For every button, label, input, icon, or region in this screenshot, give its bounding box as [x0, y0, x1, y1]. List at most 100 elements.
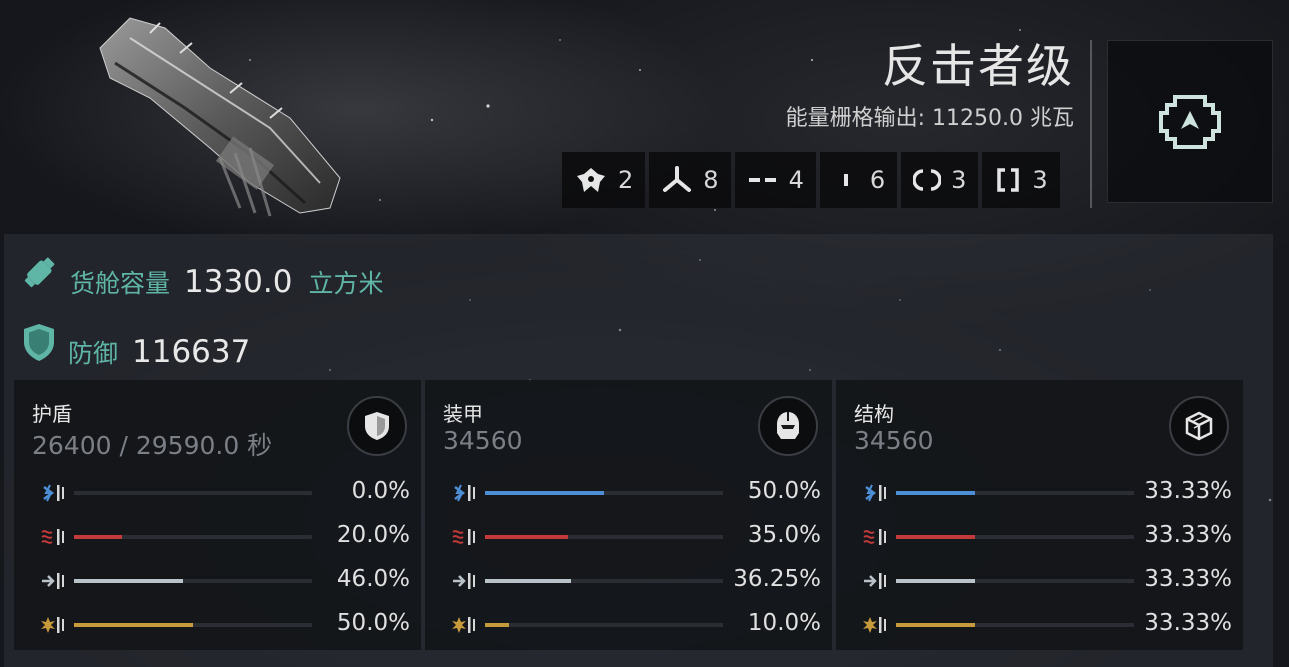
layer-name: 结构	[854, 402, 894, 426]
slot-count: 6	[869, 166, 886, 194]
thermal-damage-icon	[41, 529, 64, 545]
resist-row-explosive: 50.0%	[40, 610, 410, 640]
em-damage-icon	[865, 484, 886, 502]
slot-rig[interactable]: 6	[819, 152, 898, 208]
resist-bar-track	[485, 491, 723, 495]
resist-bar-track	[74, 579, 312, 583]
resist-bar-track	[896, 535, 1134, 539]
resist-bar-fill	[485, 579, 572, 583]
resist-percent: 36.25%	[733, 566, 821, 592]
defense-shield-icon	[24, 324, 54, 361]
resist-bar-fill	[74, 579, 184, 583]
slot-low[interactable]: 4	[734, 152, 816, 208]
high-slot-icon	[577, 168, 605, 192]
resist-percent: 33.33%	[1144, 522, 1232, 548]
em-damage-icon	[43, 484, 64, 502]
kinetic-damage-icon	[864, 573, 886, 589]
powergrid-output: 能量栅格输出: 11250.0 兆瓦	[786, 100, 1074, 132]
resist-row-thermal: 35.0%	[451, 522, 821, 552]
slot-count: 3	[951, 166, 967, 194]
powergrid-label: 能量栅格输出:	[785, 106, 926, 131]
kinetic-damage-icon	[453, 573, 475, 589]
layer-name: 装甲	[443, 402, 483, 426]
resist-row-thermal: 20.0%	[40, 522, 410, 552]
resist-row-em: 0.0%	[40, 478, 410, 508]
explosive-damage-icon	[41, 617, 64, 633]
launcher-icon	[913, 169, 942, 191]
resist-bar-fill	[74, 623, 193, 627]
thermal-damage-icon	[452, 529, 475, 545]
slot-count: 8	[703, 166, 719, 194]
resist-bar-fill	[896, 579, 976, 583]
powergrid-value: 11250.0 兆瓦	[932, 106, 1074, 131]
resist-bar-fill	[896, 623, 976, 627]
ship-header: 反击者级 能量栅格输出: 11250.0 兆瓦 2 8 4 6 3 3	[0, 0, 1289, 232]
slot-high[interactable]: 2	[562, 152, 646, 208]
resist-percent: 50.0%	[747, 478, 821, 504]
defense-value: 116637	[132, 334, 251, 370]
cargo-label: 货舱容量	[70, 269, 171, 298]
resist-bar-track	[896, 623, 1134, 627]
resist-percent: 10.0%	[747, 610, 821, 636]
explosive-damage-icon	[863, 617, 886, 633]
cargo-unit: 立方米	[308, 269, 384, 298]
layer-columns: 护盾 26400 / 29590.0 秒 0.0% 20.0% 46.0% 50.0%…	[14, 380, 1243, 650]
resist-bar-track	[74, 491, 312, 495]
defense-row: 防御 116637	[22, 322, 250, 370]
ship-class-badge[interactable]	[1107, 40, 1273, 203]
resist-percent: 50.0%	[336, 610, 410, 636]
slot-count: 2	[618, 166, 634, 194]
frigate-class-icon	[1159, 94, 1221, 149]
resist-bar-track	[485, 535, 723, 539]
cargo-canister-icon	[24, 257, 55, 288]
resist-row-explosive: 10.0%	[451, 610, 821, 640]
slot-mid[interactable]: 8	[649, 152, 731, 208]
resist-row-em: 50.0%	[451, 478, 821, 508]
resist-percent: 33.33%	[1144, 566, 1232, 592]
resist-row-thermal: 33.33%	[862, 522, 1232, 552]
resist-bar-track	[485, 623, 723, 627]
resist-bar-track	[896, 579, 1134, 583]
layer-value: 34560	[854, 426, 934, 455]
cargo-row: 货舱容量 1330.0 立方米	[20, 252, 384, 300]
layer-column-shield: 护盾 26400 / 29590.0 秒 0.0% 20.0% 46.0% 50.0%	[14, 380, 421, 650]
resist-percent: 20.0%	[336, 522, 410, 548]
ship-class-title: 反击者级	[882, 39, 1074, 93]
resist-row-em: 33.33%	[862, 478, 1232, 508]
resist-row-explosive: 33.33%	[862, 610, 1232, 640]
explosive-damage-icon	[452, 617, 475, 633]
resist-bar-fill	[485, 535, 569, 539]
resist-row-kinetic: 36.25%	[451, 566, 821, 596]
resist-percent: 33.33%	[1144, 478, 1232, 504]
resist-bar-fill	[74, 535, 122, 539]
resist-bar-fill	[485, 623, 509, 627]
turret-icon	[997, 168, 1020, 192]
slot-count: 4	[788, 166, 804, 194]
resist-bar-fill	[485, 491, 604, 495]
defense-label: 防御	[68, 339, 119, 368]
slot-count: 3	[1032, 166, 1048, 194]
layer-name: 护盾	[32, 402, 72, 426]
resist-bar-track	[74, 535, 312, 539]
resist-bar-fill	[896, 491, 976, 495]
kinetic-damage-icon	[42, 573, 64, 589]
ship-render-image	[99, 17, 341, 217]
slot-summary: 2 8 4 6 3 3	[562, 152, 1060, 208]
header-divider	[1090, 40, 1092, 208]
resist-bar-track	[485, 579, 723, 583]
layer-value: 34560	[443, 426, 523, 455]
resist-row-kinetic: 33.33%	[862, 566, 1232, 596]
thermal-damage-icon	[863, 529, 886, 545]
armor-helmet-icon	[758, 396, 818, 456]
resist-row-kinetic: 46.0%	[40, 566, 410, 596]
em-damage-icon	[454, 484, 475, 502]
slot-launcher[interactable]: 3	[901, 152, 979, 208]
mid-slot-icon	[663, 166, 692, 192]
slot-turret[interactable]: 3	[982, 152, 1060, 208]
resist-percent: 46.0%	[336, 566, 410, 592]
layer-column-structure: 结构 34560 33.33% 33.33% 33.33% 33.33%	[836, 380, 1243, 650]
resist-percent: 0.0%	[351, 478, 410, 504]
layer-column-armor: 装甲 34560 50.0% 35.0% 36.25% 10.0%	[425, 380, 832, 650]
resist-percent: 35.0%	[747, 522, 821, 548]
cargo-value: 1330.0	[184, 264, 293, 300]
